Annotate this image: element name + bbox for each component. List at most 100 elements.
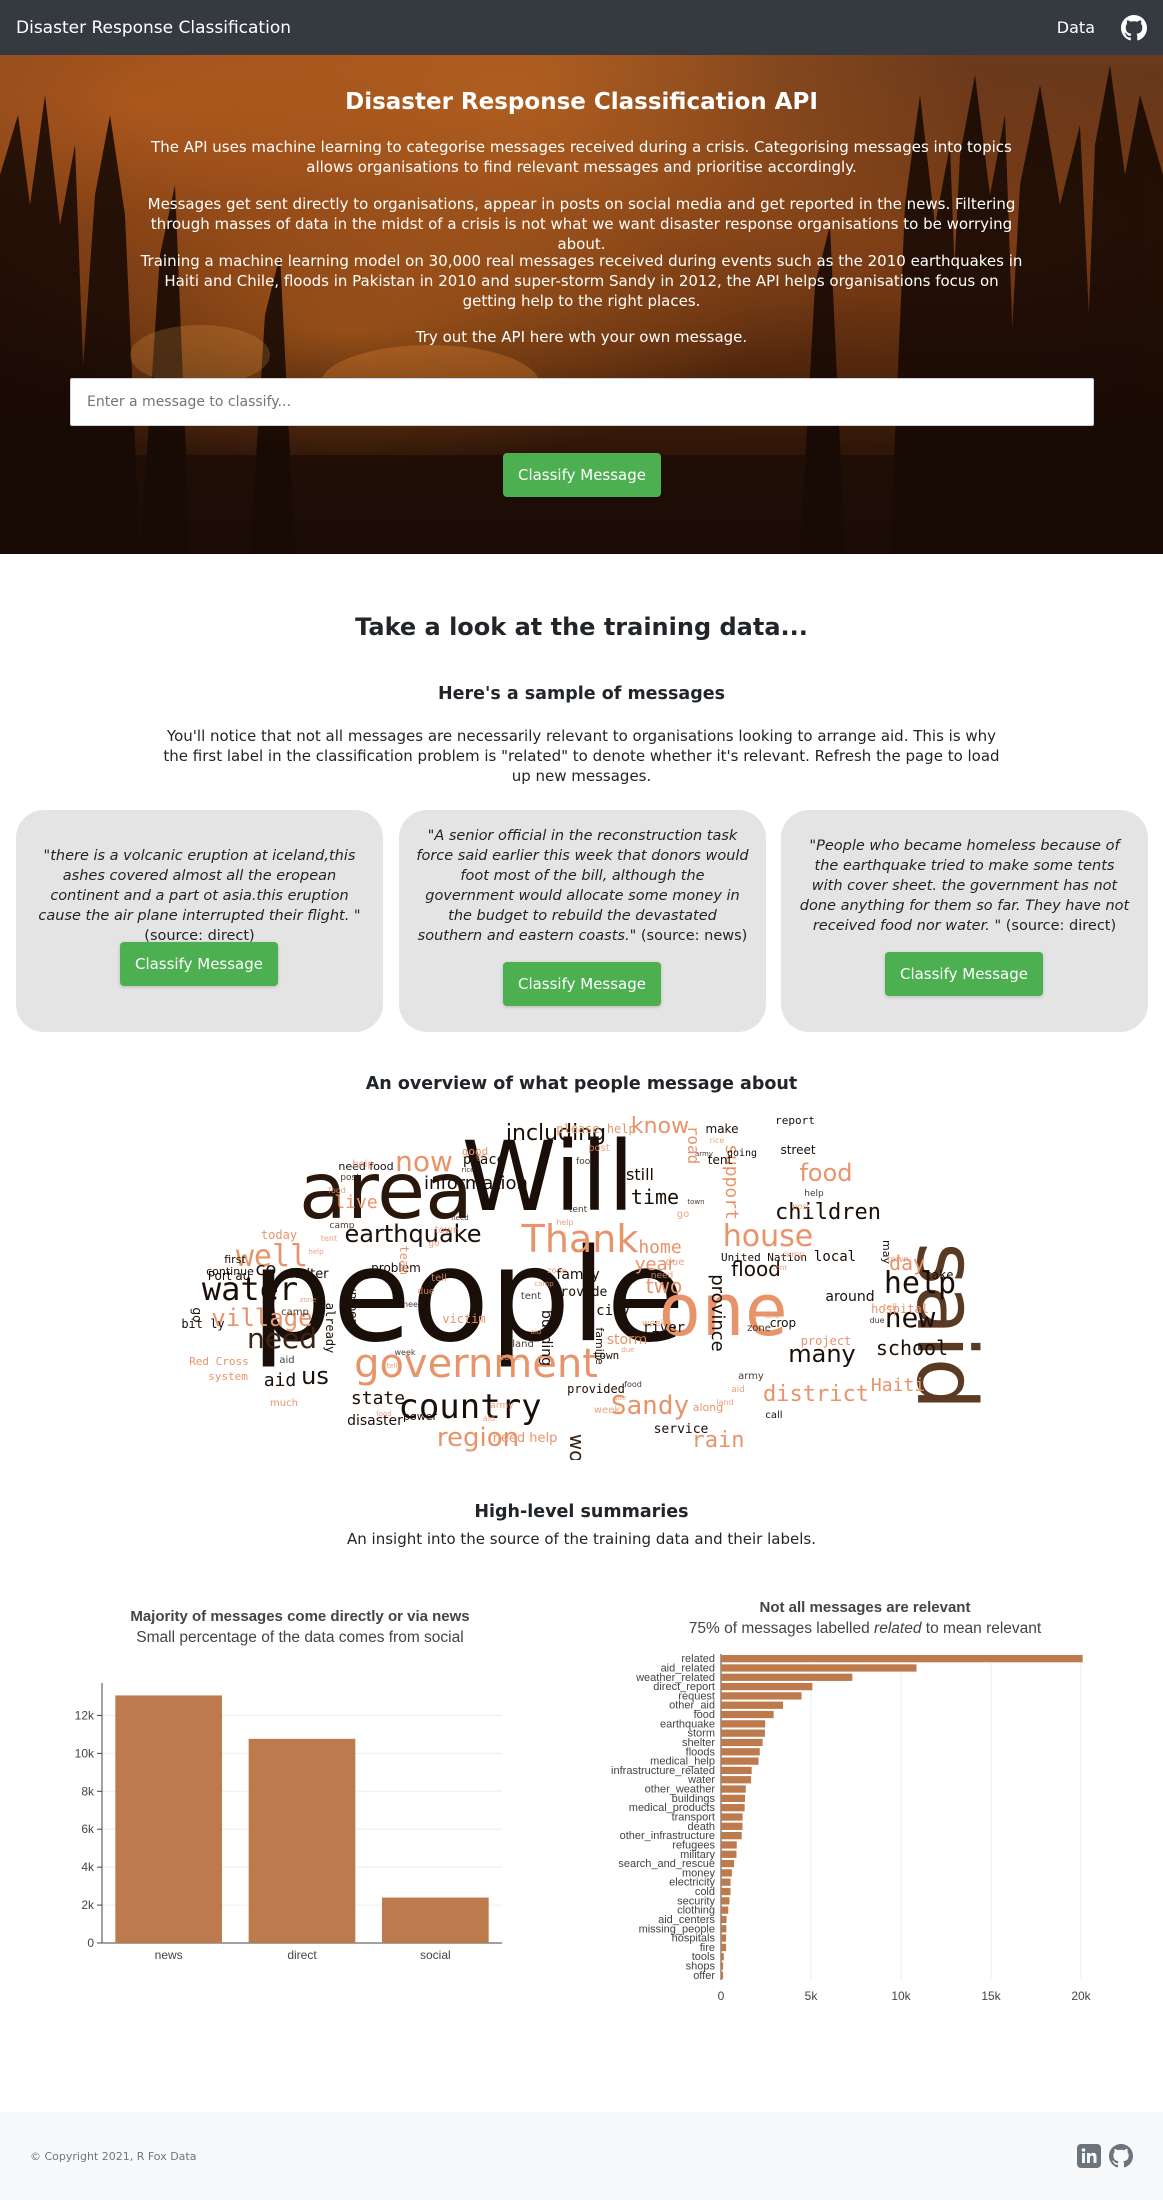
word-cloud-filler: town: [435, 1225, 460, 1236]
classify-sample-button[interactable]: Classify Message: [120, 942, 278, 986]
bar-floods[interactable]: [721, 1748, 760, 1756]
bar-military[interactable]: [721, 1850, 737, 1858]
word-cloud-filler: week: [642, 1319, 666, 1329]
github-icon[interactable]: [1109, 2144, 1133, 2168]
word-cloud-filler: aid: [279, 1355, 294, 1366]
word-cloud-filler: need: [451, 1214, 469, 1222]
word-cloud-filler: army: [490, 1401, 514, 1411]
word-cloud-word: district: [763, 1382, 869, 1407]
classify-sample-button[interactable]: Classify Message: [503, 962, 661, 1006]
bar-shelter[interactable]: [721, 1738, 763, 1747]
bar-other_weather[interactable]: [721, 1785, 746, 1793]
bar-money[interactable]: [721, 1869, 732, 1877]
hero-banner: Disaster Response Classification API The…: [0, 55, 1163, 554]
bar-related[interactable]: [721, 1655, 1083, 1663]
word-cloud-filler: tent: [773, 1264, 787, 1272]
bar-food[interactable]: [721, 1710, 774, 1719]
github-icon[interactable]: [1121, 14, 1147, 41]
bar-aid_centers[interactable]: [721, 1915, 727, 1924]
word-cloud-filler: town: [687, 1198, 704, 1206]
word-cloud-filler: need: [403, 1300, 423, 1309]
message-input[interactable]: [70, 378, 1094, 426]
word-cloud-word: much: [270, 1398, 298, 1409]
x-tick-label: 10k: [891, 1989, 911, 2003]
bar-other_aid[interactable]: [721, 1701, 784, 1709]
navbar-brand[interactable]: Disaster Response Classification: [16, 18, 291, 38]
bar-transport[interactable]: [721, 1813, 743, 1821]
word-cloud-word: disaster: [347, 1413, 403, 1429]
linkedin-icon[interactable]: [1077, 2144, 1101, 2168]
bar-water[interactable]: [721, 1776, 752, 1784]
hero-paragraph-3: Training a machine learning model on 30,…: [140, 252, 1023, 310]
word-cloud-filler: help: [308, 1248, 324, 1256]
word-cloud-filler: land: [716, 1398, 733, 1407]
word-cloud-word: team: [397, 1246, 411, 1275]
sample-source: (source: news): [640, 928, 748, 944]
word-cloud-word: work: [565, 1434, 589, 1460]
y-tick-label: 8k: [81, 1784, 95, 1798]
chart1-subtitle: Small percentage of the data comes from …: [136, 1629, 464, 1646]
bar-tools[interactable]: [721, 1953, 724, 1961]
bar-social[interactable]: [382, 1897, 489, 1943]
word-cloud-filler: help: [556, 1218, 573, 1227]
word-cloud-word: street: [780, 1143, 815, 1157]
y-tick-label: 12k: [75, 1708, 95, 1722]
chart2-subtitle-part: to mean relevant: [921, 1620, 1042, 1637]
word-cloud-filler: town: [887, 1255, 909, 1265]
overview-heading: An overview of what people message about: [365, 1074, 798, 1094]
word-cloud-filler: go: [476, 1152, 486, 1161]
bar-request[interactable]: [721, 1692, 802, 1700]
word-cloud-filler: food: [576, 1157, 596, 1167]
bar-electricity[interactable]: [721, 1878, 731, 1886]
bar-fire[interactable]: [721, 1943, 727, 1952]
bar-buildings[interactable]: [721, 1794, 745, 1803]
bar-direct[interactable]: [248, 1738, 356, 1943]
sample-card-2: "A senior official in the reconstruction…: [399, 810, 766, 1032]
bar-weather_related[interactable]: [721, 1673, 853, 1681]
bar-death[interactable]: [721, 1822, 743, 1830]
word-cloud-filler: rice: [462, 1166, 475, 1174]
word-cloud-filler: go: [677, 1209, 689, 1220]
bar-cold[interactable]: [721, 1887, 731, 1896]
labels-bar-chart: 0 5k 10k 15k 20krelatedaid_relatedweather_re…: [611, 1653, 1092, 2003]
navbar-right: Data: [1057, 14, 1147, 41]
bar-offer[interactable]: [721, 1971, 724, 1979]
word-cloud-filler: tell: [635, 1332, 648, 1341]
bar-direct_report[interactable]: [721, 1682, 813, 1691]
nav-link-data[interactable]: Data: [1057, 18, 1095, 37]
x-tick-label: social: [420, 1948, 451, 1962]
bar-refugees[interactable]: [721, 1841, 737, 1849]
hero-paragraph-2: Messages get sent directly to organisati…: [147, 195, 1016, 253]
bar-aid_related[interactable]: [721, 1664, 917, 1672]
word-cloud-filler: camp: [534, 1280, 554, 1288]
bar-storm[interactable]: [721, 1729, 765, 1737]
word-cloud-filler: rice: [710, 1136, 725, 1145]
word-cloud-filler: tell: [387, 1362, 398, 1370]
bar-clothing[interactable]: [721, 1906, 729, 1914]
y-tick-label: 6k: [81, 1822, 95, 1836]
bar-medical_products[interactable]: [721, 1804, 745, 1812]
word-cloud-filler: help: [804, 1189, 824, 1199]
word-cloud-word: province: [707, 1274, 728, 1351]
bar-infrastructure_related[interactable]: [721, 1766, 752, 1775]
bar-earthquake[interactable]: [721, 1720, 766, 1728]
sample-card-text: "there is a volcanic eruption at iceland…: [32, 846, 367, 946]
bar-missing_people[interactable]: [721, 1925, 727, 1933]
bar-medical_help[interactable]: [721, 1757, 759, 1765]
y-tick-label: 2k: [81, 1898, 95, 1912]
bar-security[interactable]: [721, 1897, 730, 1905]
bar-hospitals[interactable]: [721, 1934, 727, 1942]
classify-message-button[interactable]: Classify Message: [503, 453, 661, 497]
bar-news[interactable]: [115, 1695, 222, 1943]
y-tick-label: 4k: [81, 1860, 95, 1874]
word-cloud-filler: tent: [521, 1291, 541, 1302]
bar-search_and_rescue[interactable]: [721, 1859, 735, 1868]
word-cloud-word: state: [351, 1388, 405, 1409]
classify-sample-button[interactable]: Classify Message: [885, 952, 1043, 996]
word-cloud-filler: army: [738, 1371, 764, 1382]
bar-other_infrastructure[interactable]: [721, 1831, 742, 1840]
word-cloud-word: food: [799, 1159, 852, 1187]
word-cloud-word: children: [775, 1200, 881, 1225]
bar-shops[interactable]: [721, 1962, 724, 1970]
hero-paragraph-4: Try out the API here wth your own messag…: [415, 328, 748, 346]
